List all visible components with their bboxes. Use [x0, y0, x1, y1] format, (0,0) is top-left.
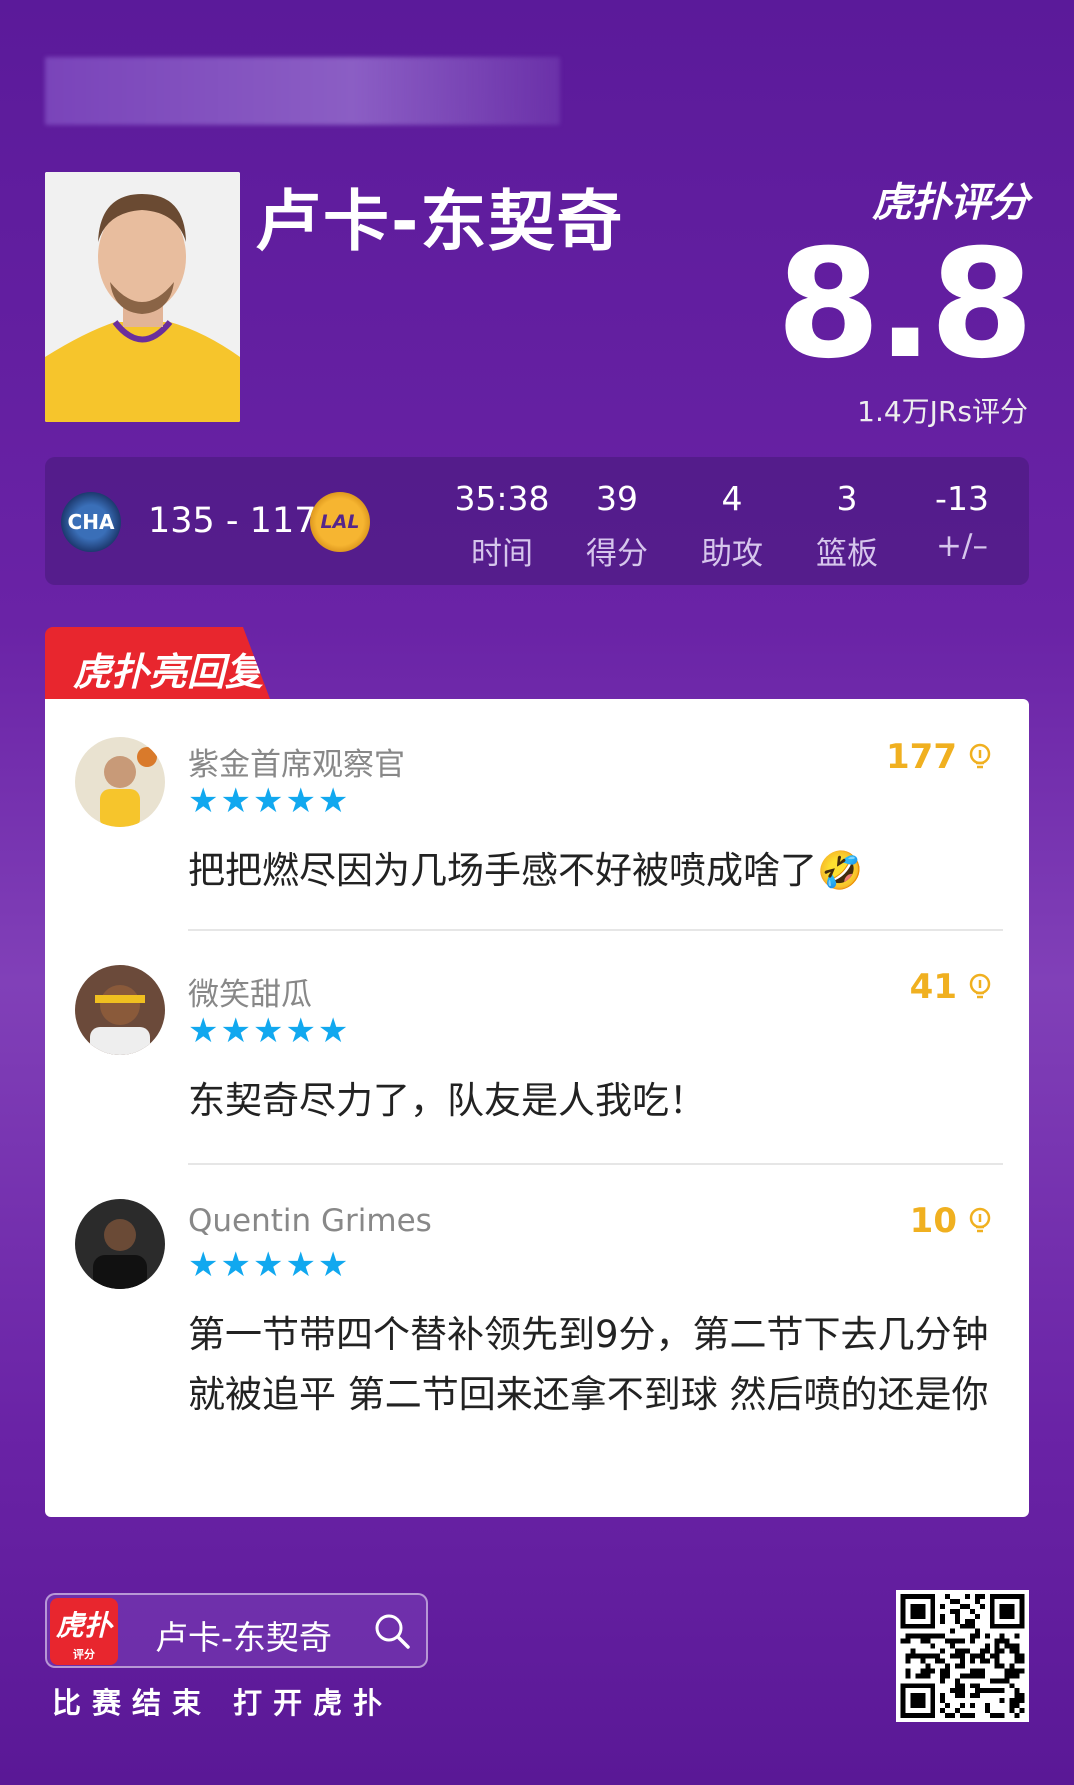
highlight-replies-tag: 虎扑亮回复	[45, 627, 270, 699]
star-rating: ★★★★★	[188, 781, 351, 821]
reply-text: 第一节带四个替补领先到9分，第二节下去几分钟就被追平 第二节回来还拿不到球 然后…	[188, 1313, 989, 1416]
user-avatar[interactable]	[75, 965, 165, 1055]
footer-caption: 比赛结束 打开虎扑	[52, 1686, 394, 1720]
hupu-app-icon[interactable]: 虎扑 评分	[50, 1598, 118, 1665]
star-rating: ★★★★★	[188, 1245, 351, 1285]
divider	[188, 1163, 1003, 1165]
like-count[interactable]: 10	[910, 1201, 995, 1241]
lightbulb-icon	[969, 1207, 991, 1233]
home-team-logo: CHA	[61, 492, 121, 552]
player-name: 卢卡-东契奇	[255, 183, 625, 260]
like-count[interactable]: 41	[910, 967, 995, 1007]
username[interactable]: 微笑甜瓜	[188, 969, 312, 1014]
lightbulb-icon	[969, 973, 991, 999]
game-score: 135 - 117	[148, 501, 317, 541]
like-count[interactable]: 177	[886, 737, 995, 777]
replies-card: 紫金首席观察官 177 ★★★★★ 把把燃尽因为几场手感不好被喷成啥了🤣 微笑甜…	[45, 699, 1029, 1517]
rating-count: 1.4万JRs评分	[857, 395, 1028, 428]
stat-points: 39 得分	[586, 479, 648, 572]
user-avatar[interactable]	[75, 1199, 165, 1289]
username[interactable]: Quentin Grimes	[188, 1203, 432, 1239]
lightbulb-icon	[969, 743, 991, 769]
stat-assists: 4 助攻	[701, 479, 763, 572]
reply-text: 把把燃尽因为几场手感不好被喷成啥了🤣	[188, 849, 864, 892]
player-photo	[45, 172, 240, 422]
reply-text: 东契奇尽力了，队友是人我吃！	[188, 1079, 706, 1122]
game-stat-bar[interactable]: CHA 135 - 117 LAL 35:38 时间 39 得分 4 助攻 3 篮板 -…	[45, 457, 1029, 585]
stat-plus-minus: -13 +/–	[935, 479, 989, 564]
search-box[interactable]: 虎扑 评分 卢卡-东契奇	[45, 1593, 428, 1668]
away-team-logo: LAL	[310, 492, 370, 552]
search-query: 卢卡-东契奇	[155, 1618, 332, 1657]
username[interactable]: 紫金首席观察官	[188, 739, 405, 784]
user-avatar[interactable]	[75, 737, 165, 827]
star-rating: ★★★★★	[188, 1011, 351, 1051]
search-icon[interactable]	[372, 1611, 412, 1651]
blurred-header-bar	[45, 57, 560, 125]
rating-score: 8.8	[776, 218, 1034, 392]
qr-code[interactable]	[896, 1590, 1029, 1722]
stat-rebounds: 3 篮板	[816, 479, 878, 572]
stat-minutes: 35:38 时间	[454, 479, 550, 572]
divider	[188, 929, 1003, 931]
